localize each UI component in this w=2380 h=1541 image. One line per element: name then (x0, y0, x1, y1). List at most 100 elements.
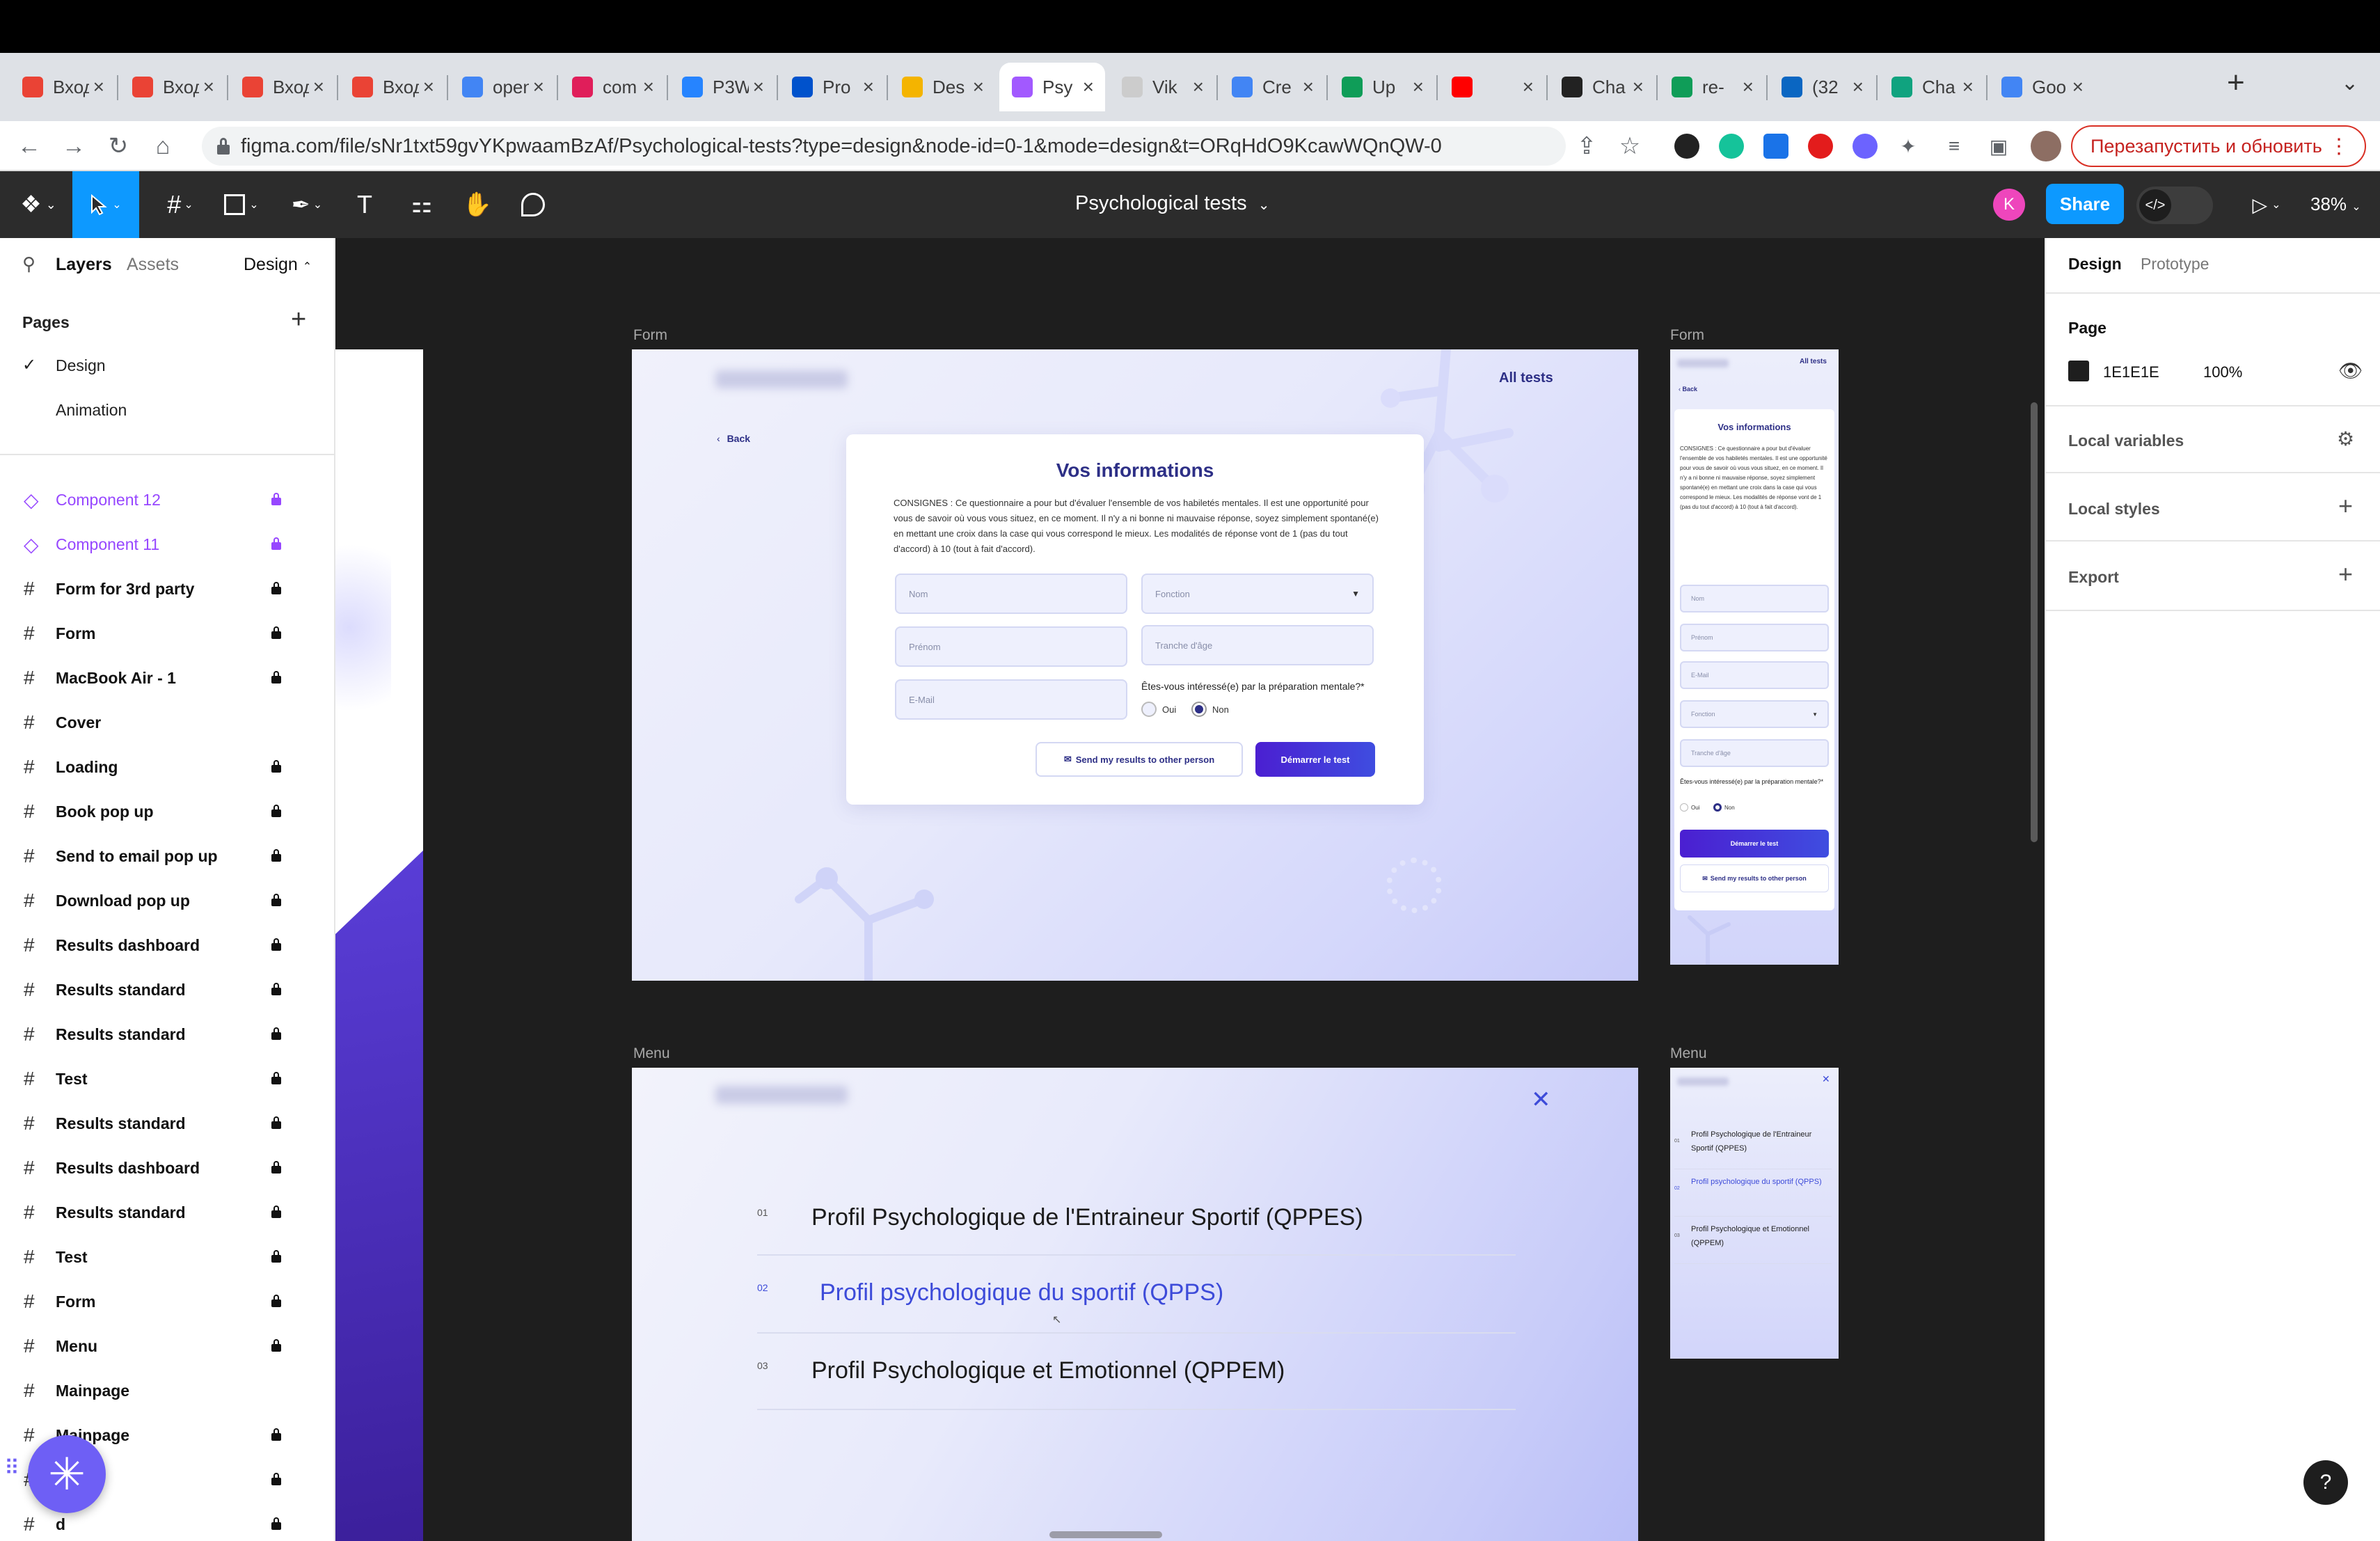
browser-tab[interactable]: Up × (1329, 63, 1435, 111)
extension-icon[interactable] (1674, 134, 1699, 159)
layer-row[interactable]: # Cover (0, 700, 335, 745)
mobile-send-results-button[interactable]: ✉ Send my results to other person (1680, 864, 1829, 892)
tab-design[interactable]: Design (2068, 255, 2122, 274)
tab-close-icon[interactable]: × (93, 77, 104, 97)
pen-tool-button[interactable]: ✒ ⌄ (283, 171, 331, 238)
browser-tab[interactable]: Vik × (1109, 63, 1215, 111)
browser-tab[interactable]: Pro × (779, 63, 885, 111)
browser-tab[interactable]: Goo × (1989, 63, 2095, 111)
lock-icon[interactable] (271, 760, 281, 773)
tab-assets[interactable]: Assets (127, 255, 179, 275)
browser-tab[interactable]: Psy × (999, 63, 1105, 111)
fonction-select[interactable]: Fonction ▼ (1141, 574, 1374, 614)
tab-close-icon[interactable]: × (203, 77, 214, 97)
mobile-menu-item-qppem[interactable]: 03 Profil Psychologique et Emotionnel (Q… (1674, 1218, 1832, 1264)
prenom-input[interactable]: Prénom (895, 626, 1127, 667)
lock-icon[interactable] (271, 1339, 281, 1352)
lock-icon[interactable] (271, 1517, 281, 1530)
tab-close-icon[interactable]: × (973, 77, 984, 97)
browser-tab[interactable]: Входящие× (120, 63, 225, 111)
browser-tab[interactable]: Cha × (1879, 63, 1985, 111)
profile-avatar[interactable] (2031, 131, 2061, 161)
bookmark-star-icon[interactable]: ☆ (1615, 131, 1645, 161)
radio-oui[interactable]: Oui (1141, 702, 1176, 717)
layer-row[interactable]: # Form (0, 611, 335, 656)
lock-icon[interactable] (271, 537, 281, 550)
layer-row[interactable]: # Results dashboard (0, 1146, 335, 1190)
layer-row[interactable]: # Send to email pop up (0, 834, 335, 878)
browser-tab[interactable]: Cha × (1549, 63, 1655, 111)
canvas[interactable]: Form All tests ‹ Back Vos informations C… (335, 238, 2045, 1541)
visibility-eye-icon[interactable]: 👁 (2338, 359, 2363, 382)
text-tool-button[interactable]: T (344, 171, 386, 238)
tab-close-icon[interactable]: × (1303, 77, 1314, 97)
extensions-puzzle-icon[interactable]: ✦ (1893, 131, 1923, 161)
frame-label-form[interactable]: Form (633, 327, 667, 344)
home-icon[interactable]: ⌂ (148, 131, 178, 161)
tab-close-icon[interactable]: × (1853, 77, 1864, 97)
mobile-email-input[interactable]: E-Mail (1680, 661, 1829, 689)
tab-close-icon[interactable]: × (863, 77, 874, 97)
partial-frame[interactable] (335, 349, 423, 1541)
menu-close-icon[interactable]: ✕ (1531, 1086, 1551, 1114)
layer-row[interactable]: # Form (0, 1279, 335, 1324)
layer-row[interactable]: # Test (0, 1057, 335, 1101)
lock-icon[interactable] (271, 1161, 281, 1173)
browser-tab[interactable]: re- × (1659, 63, 1765, 111)
share-button[interactable]: Share (2046, 184, 2124, 224)
mobile-prenom-input[interactable]: Prénom (1680, 624, 1829, 651)
mobile-radio-non[interactable]: Non (1713, 803, 1735, 812)
layer-row[interactable]: # Mainpage (0, 1368, 335, 1413)
tab-close-icon[interactable]: × (1193, 77, 1204, 97)
layer-row[interactable]: # Test (0, 1235, 335, 1279)
back-icon[interactable]: ← (14, 131, 45, 161)
layer-row[interactable]: # Results standard (0, 1190, 335, 1235)
radio-non[interactable]: Non (1191, 702, 1229, 717)
file-title[interactable]: Psychological tests ⌄ (1075, 192, 1269, 215)
lock-icon[interactable] (271, 983, 281, 995)
frame-label-menu[interactable]: Menu (633, 1045, 670, 1062)
tab-close-icon[interactable]: × (2072, 77, 2084, 97)
variables-settings-icon[interactable]: ⚙ (2337, 427, 2354, 450)
lock-icon[interactable] (271, 1072, 281, 1084)
forward-icon[interactable]: → (58, 131, 89, 161)
tab-close-icon[interactable]: × (533, 77, 544, 97)
layer-row[interactable]: # Results standard (0, 1012, 335, 1057)
frame-label-form-mobile[interactable]: Form (1670, 327, 1704, 344)
url-bar[interactable]: figma.com/file/sNr1txt59gvYKpwaamBzAf/Ps… (202, 127, 1566, 166)
mobile-menu-close-icon[interactable]: ✕ (1822, 1073, 1830, 1085)
user-avatar[interactable]: K (1993, 189, 2025, 221)
tab-close-icon[interactable]: × (643, 77, 654, 97)
comment-tool-button[interactable] (512, 171, 554, 238)
layer-row[interactable]: # Results dashboard (0, 923, 335, 967)
tab-close-icon[interactable]: × (1523, 77, 1534, 97)
lock-icon[interactable] (271, 805, 281, 817)
layer-row[interactable]: # Results standard (0, 967, 335, 1012)
tab-close-icon[interactable]: × (313, 77, 324, 97)
tab-close-icon[interactable]: × (1083, 77, 1094, 97)
page-item-design[interactable]: ✓ Design (0, 342, 335, 387)
lock-icon[interactable] (271, 671, 281, 683)
menu-frame[interactable]: ✕ 01 Profil Psychologique de l'Entraineu… (632, 1068, 1638, 1541)
assistant-launcher-button[interactable]: ✳ (28, 1435, 106, 1513)
resources-tool-button[interactable]: ⚏ (401, 171, 443, 238)
nom-input[interactable]: Nom (895, 574, 1127, 614)
hand-tool-button[interactable]: ✋ (457, 171, 498, 238)
adblock-icon[interactable] (1808, 134, 1833, 159)
send-results-button[interactable]: ✉ Send my results to other person (1036, 742, 1243, 777)
browser-tab[interactable]: × (1439, 63, 1545, 111)
search-icon[interactable]: ⚲ (22, 253, 35, 275)
lock-icon[interactable] (271, 582, 281, 594)
mobile-menu-item-qppes[interactable]: 01 Profil Psychologique de l'Entraineur … (1674, 1123, 1832, 1169)
tab-close-icon[interactable]: × (1413, 77, 1424, 97)
lock-icon[interactable] (271, 1206, 281, 1218)
lock-icon[interactable] (271, 938, 281, 951)
tab-close-icon[interactable]: × (1743, 77, 1754, 97)
tab-close-icon[interactable]: × (1962, 77, 1974, 97)
mode-dropdown[interactable]: Design ⌃ (244, 255, 312, 275)
new-tab-button[interactable]: + (2227, 65, 2245, 100)
layer-row[interactable]: ◇ Component 12 (0, 477, 335, 522)
menu-mobile-frame[interactable]: ✕ 01 Profil Psychologique de l'Entraineu… (1670, 1068, 1839, 1359)
mobile-radio-oui[interactable]: Oui (1680, 803, 1699, 812)
mobile-nom-input[interactable]: Nom (1680, 585, 1829, 613)
